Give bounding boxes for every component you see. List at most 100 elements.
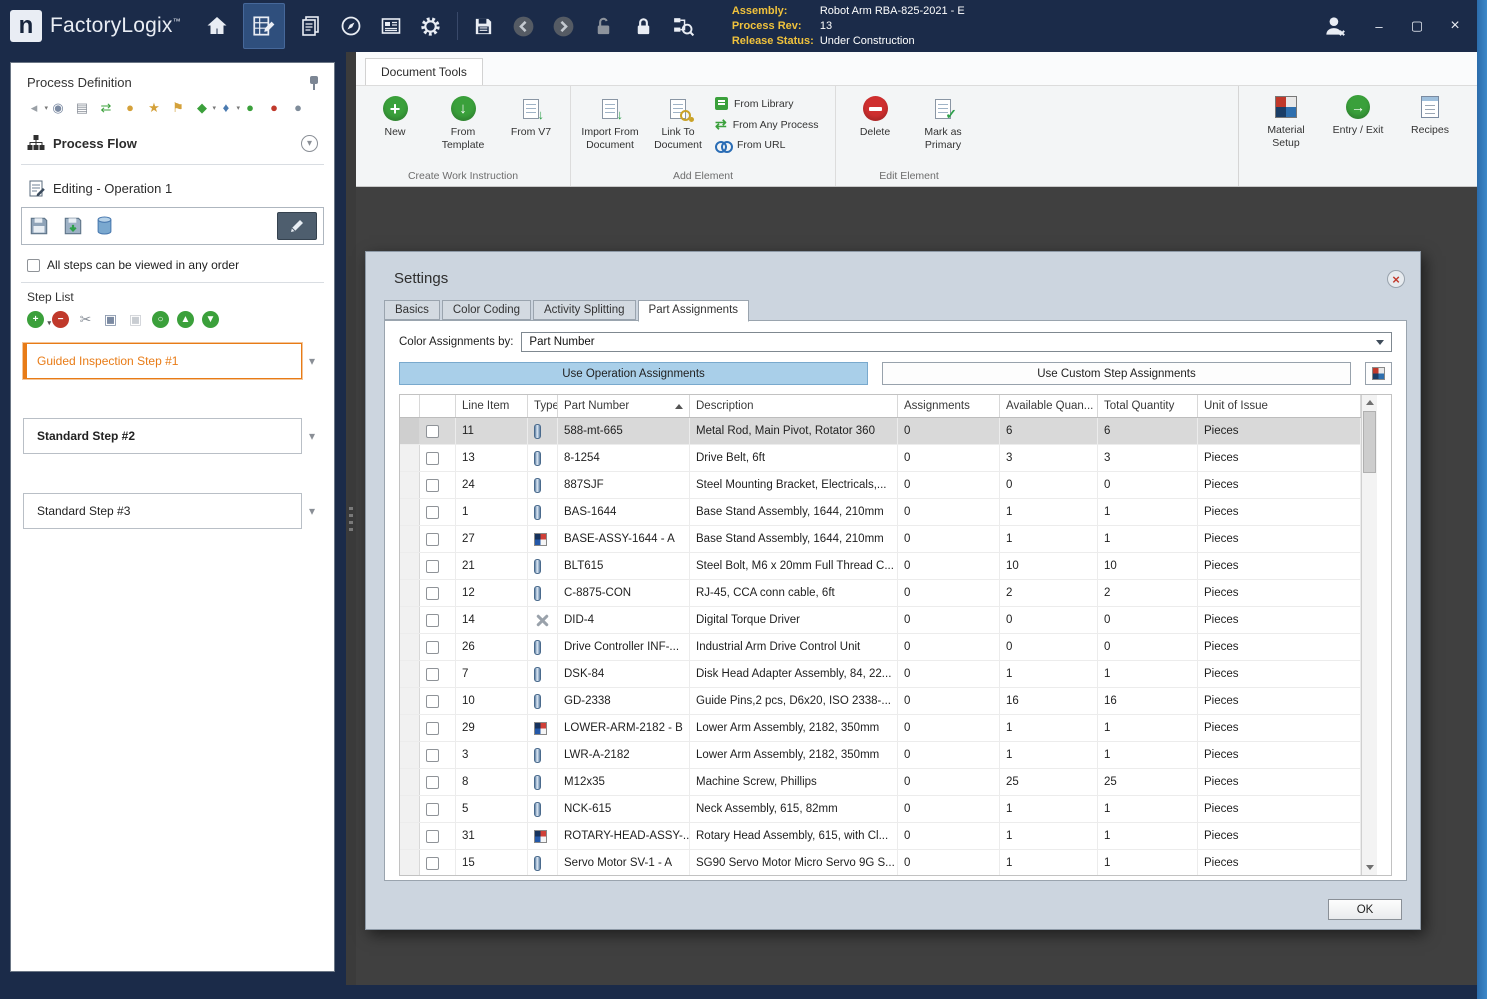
remove-step-icon[interactable]: − — [52, 311, 69, 328]
preview-icon[interactable]: ◉ — [49, 100, 67, 116]
row-checkbox[interactable] — [426, 613, 439, 627]
collapse-chevron-icon[interactable] — [301, 134, 318, 152]
row-checkbox[interactable] — [426, 451, 439, 465]
order-checkbox[interactable] — [27, 258, 40, 272]
documents-icon[interactable] — [297, 11, 325, 41]
header-unit-of-issue[interactable]: Unit of Issue — [1198, 395, 1361, 417]
row-checkbox[interactable] — [426, 802, 439, 816]
table-row[interactable]: 1 BAS-1644 Base Stand Assembly, 1644, 21… — [400, 499, 1361, 526]
forward-icon[interactable] — [550, 11, 578, 41]
table-row[interactable]: 21 BLT615 Steel Bolt, M6 x 20mm Full Thr… — [400, 553, 1361, 580]
import-from-document-button[interactable]: Import From Document — [579, 88, 641, 168]
row-checkbox[interactable] — [426, 721, 439, 735]
pin-icon[interactable] — [308, 75, 320, 90]
navigator-icon[interactable] — [337, 11, 365, 41]
row-checkbox[interactable] — [426, 775, 439, 789]
row-checkbox[interactable] — [426, 748, 439, 762]
row-checkbox[interactable] — [426, 667, 439, 681]
from-v7-button[interactable]: From V7 — [500, 88, 562, 168]
table-row[interactable]: 12 C-8875-CON RJ-45, CCA conn cable, 6ft… — [400, 580, 1361, 607]
table-row[interactable]: 31 ROTARY-HEAD-ASSY-... Rotary Head Asse… — [400, 823, 1361, 850]
row-checkbox[interactable] — [426, 559, 439, 573]
table-scrollbar[interactable] — [1361, 395, 1377, 875]
material-setup-button[interactable]: Material Setup — [1255, 86, 1317, 186]
table-row[interactable]: 8 M12x35 Machine Screw, Phillips 0 25 25… — [400, 769, 1361, 796]
save-document-icon[interactable] — [28, 215, 50, 237]
news-icon[interactable] — [377, 11, 405, 41]
use-operation-assignments-button[interactable]: Use Operation Assignments — [399, 362, 868, 385]
logout-user-icon[interactable] — [1321, 11, 1349, 41]
process-designer-icon[interactable] — [242, 3, 285, 49]
flag-icon[interactable]: ⚑ — [169, 100, 187, 116]
color-assignments-dropdown[interactable]: Part Number — [521, 332, 1392, 352]
table-row[interactable]: 7 DSK-84 Disk Head Adapter Assembly, 84,… — [400, 661, 1361, 688]
cut-step-icon[interactable]: ✂ — [77, 311, 94, 328]
table-row[interactable]: 5 NCK-615 Neck Assembly, 615, 82mm 0 1 1… — [400, 796, 1361, 823]
copy-step-icon[interactable]: ▣ — [102, 311, 119, 328]
chevron-down-icon[interactable] — [302, 504, 322, 518]
settings-gear-icon[interactable] — [417, 11, 445, 41]
settings-tab[interactable]: Color Coding — [441, 300, 531, 320]
stop-icon[interactable]: ● — [265, 100, 283, 116]
unlock-icon[interactable] — [590, 11, 618, 41]
home-icon[interactable] — [203, 11, 231, 41]
close-button[interactable]: × — [1447, 17, 1463, 35]
use-custom-step-assignments-button[interactable]: Use Custom Step Assignments — [882, 362, 1351, 385]
minimize-button[interactable]: – — [1371, 19, 1387, 34]
chevron-down-icon[interactable] — [302, 429, 322, 443]
import-document-icon[interactable] — [62, 215, 84, 237]
table-row[interactable]: 10 GD-2338 Guide Pins,2 pcs, D6x20, ISO … — [400, 688, 1361, 715]
delete-button[interactable]: Delete — [844, 88, 906, 168]
header-type[interactable]: Type — [528, 395, 558, 417]
find-step-icon[interactable]: ○ — [152, 311, 169, 328]
lock-icon[interactable] — [630, 11, 658, 41]
process-audit-icon[interactable] — [670, 11, 698, 41]
status-icon[interactable]: ● — [289, 100, 307, 116]
header-total-quantity[interactable]: Total Quantity — [1098, 395, 1198, 417]
settings-tab[interactable]: Part Assignments — [637, 300, 750, 322]
row-checkbox[interactable] — [426, 856, 439, 870]
row-checkbox[interactable] — [426, 532, 439, 546]
table-row[interactable]: 3 LWR-A-2182 Lower Arm Assembly, 2182, 3… — [400, 742, 1361, 769]
add-step-icon[interactable]: + — [27, 311, 51, 328]
dialog-close-icon[interactable] — [1387, 270, 1405, 288]
table-row[interactable]: 15 Servo Motor SV-1 - A SG90 Servo Motor… — [400, 850, 1361, 875]
table-row[interactable]: 24 887SJF Steel Mounting Bracket, Electr… — [400, 472, 1361, 499]
chevron-down-icon[interactable] — [302, 354, 322, 368]
header-available-quantity[interactable]: Available Quan... — [1000, 395, 1098, 417]
history-back-icon[interactable]: ◂ — [25, 100, 48, 117]
save-icon[interactable] — [470, 11, 498, 41]
process-flow-row[interactable]: Process Flow — [21, 126, 324, 160]
table-row[interactable]: 26 Drive Controller INF-... Industrial A… — [400, 634, 1361, 661]
from-any-process-button[interactable]: From Any Process — [715, 116, 827, 133]
recipes-button[interactable]: Recipes — [1399, 86, 1461, 186]
from-template-button[interactable]: From Template — [432, 88, 494, 168]
from-library-button[interactable]: From Library — [715, 97, 827, 110]
header-part-number[interactable]: Part Number — [558, 395, 690, 417]
tab-document-tools[interactable]: Document Tools — [365, 58, 483, 85]
scroll-up-icon[interactable] — [1362, 395, 1377, 410]
header-assignments[interactable]: Assignments — [898, 395, 1000, 417]
certify-user-icon[interactable]: ★ — [145, 100, 163, 116]
step-item[interactable]: Standard Step #3 — [23, 493, 302, 529]
edit-work-instruction-button[interactable] — [277, 212, 317, 240]
table-row[interactable]: 29 LOWER-ARM-2182 - B Lower Arm Assembly… — [400, 715, 1361, 742]
header-description[interactable]: Description — [690, 395, 898, 417]
scrollbar-thumb[interactable] — [1363, 411, 1376, 473]
row-checkbox[interactable] — [426, 586, 439, 600]
header-line-item[interactable]: Line Item — [456, 395, 528, 417]
mark-as-primary-button[interactable]: Mark as Primary — [912, 88, 974, 168]
link-to-document-button[interactable]: Link To Document — [647, 88, 709, 168]
back-icon[interactable] — [510, 11, 538, 41]
table-row[interactable]: 13 8-1254 Drive Belt, 6ft 0 3 3 Pieces — [400, 445, 1361, 472]
step-item[interactable]: Guided Inspection Step #1 — [23, 343, 302, 379]
move-step-up-icon[interactable]: ▲ — [177, 311, 194, 328]
step-item[interactable]: Standard Step #2 — [23, 418, 302, 454]
share-icon[interactable]: ◆ — [193, 100, 216, 117]
settings-tab[interactable]: Basics — [384, 300, 440, 320]
row-checkbox[interactable] — [426, 694, 439, 708]
hierarchy-icon[interactable]: ♦ — [217, 100, 240, 117]
row-checkbox[interactable] — [426, 829, 439, 843]
table-row[interactable]: 11 588-mt-665 Metal Rod, Main Pivot, Rot… — [400, 418, 1361, 445]
transfer-icon[interactable]: ⇄ — [97, 100, 115, 116]
